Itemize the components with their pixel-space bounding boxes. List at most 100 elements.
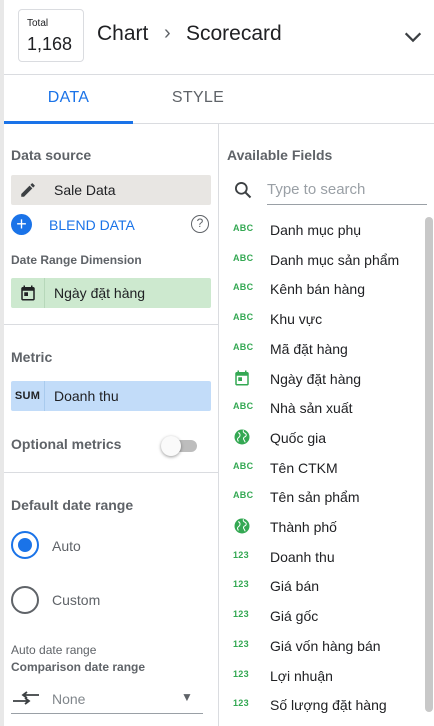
blend-data-button[interactable]: + BLEND DATA ?	[11, 213, 211, 237]
field-item[interactable]: ABC Tên CTKM	[219, 453, 424, 483]
text-field-icon: ABC	[233, 460, 254, 471]
field-item[interactable]: ABC Danh mục phụ	[219, 215, 424, 245]
default-date-range-title: Default date range	[11, 497, 134, 513]
comparison-date-range-value: None	[52, 691, 86, 707]
total-value: 1,168	[27, 34, 73, 54]
field-name: Giá gốc	[270, 608, 319, 625]
total-label: Total	[27, 18, 49, 29]
field-item[interactable]: 123 Giá vốn hàng bán	[219, 631, 424, 661]
field-name: Giá bán	[270, 578, 320, 595]
data-source-title: Data source	[11, 147, 92, 163]
field-list: ABC Danh mục phụ ABC Danh mục sản phẩm ABC Kê…	[219, 215, 424, 726]
compare-arrows-icon	[13, 691, 39, 705]
field-name: Ngày đặt hàng	[270, 370, 362, 387]
available-fields-panel: Available Fields ABC Danh mục phụ ABC Danh …	[219, 124, 434, 726]
metric-title: Metric	[11, 349, 53, 365]
globe-icon	[233, 517, 255, 534]
breadcrumb-current: Scorecard	[186, 22, 282, 45]
field-name: Tên sản phẩm	[270, 489, 360, 506]
data-config-panel: Data source Sale Data + BLEND DATA ? Dat…	[4, 124, 218, 726]
help-icon[interactable]: ?	[191, 215, 209, 233]
chevron-down-icon[interactable]	[402, 26, 424, 48]
field-item[interactable]: ABC Nhà sản xuất	[219, 393, 424, 423]
field-name: Giá vốn hàng bán	[270, 637, 381, 654]
optional-metrics-toggle[interactable]	[161, 434, 199, 456]
breadcrumb-separator-icon: ›	[164, 22, 171, 44]
field-item[interactable]: ABC Danh mục sản phẩm	[219, 245, 424, 275]
field-item[interactable]: 123 Doanh thu	[219, 542, 424, 572]
date-range-dimension-title: Date Range Dimension	[11, 253, 142, 267]
field-name: Mã đặt hàng	[270, 340, 348, 357]
tab-data[interactable]: DATA	[4, 75, 133, 124]
radio-auto[interactable]	[11, 531, 39, 559]
divider	[4, 472, 218, 473]
field-name: Lợi nhuận	[270, 667, 333, 684]
field-name: Tên CTKM	[270, 459, 338, 476]
auto-date-range-note: Auto date range	[11, 643, 97, 657]
number-field-icon: 123	[233, 638, 249, 649]
available-fields-title: Available Fields	[227, 147, 333, 163]
calendar-icon	[11, 278, 45, 308]
toggle-knob	[161, 436, 181, 456]
field-item[interactable]: 123 Giá gốc	[219, 601, 424, 631]
comparison-date-range-select[interactable]: None ▼	[11, 684, 203, 714]
text-field-icon: ABC	[233, 312, 254, 323]
number-field-icon: 123	[233, 698, 249, 709]
dropdown-caret-icon: ▼	[181, 690, 193, 704]
field-name: Doanh thu	[270, 548, 335, 565]
text-field-icon: ABC	[233, 341, 254, 352]
number-field-icon: 123	[233, 609, 249, 620]
field-item[interactable]: ABC Mã đặt hàng	[219, 334, 424, 364]
radio-custom[interactable]	[11, 586, 39, 614]
field-name: Danh mục phụ	[270, 222, 362, 238]
number-field-icon: 123	[233, 579, 249, 590]
field-name: Danh mục sản phẩm	[270, 251, 400, 268]
field-item[interactable]: 123 Giá bán	[219, 571, 424, 601]
metric-chip[interactable]: SUM Doanh thu	[11, 381, 211, 411]
number-field-icon: 123	[233, 668, 249, 679]
field-item[interactable]: ABC Tên sản phẩm	[219, 482, 424, 512]
search-icon	[235, 182, 252, 199]
add-circle-icon: +	[11, 214, 32, 235]
comparison-date-range-title: Comparison date range	[11, 660, 146, 674]
text-field-icon: ABC	[233, 223, 254, 233]
text-field-icon: ABC	[233, 401, 254, 412]
panel-header: Total 1,168 Chart › Scorecard	[4, 0, 434, 75]
field-search-input[interactable]	[267, 175, 427, 205]
scorecard-preview: Total 1,168	[18, 9, 84, 62]
divider	[4, 324, 218, 325]
date-dimension-chip[interactable]: Ngày đặt hàng	[11, 278, 211, 308]
optional-metrics-label: Optional metrics	[11, 436, 122, 452]
text-field-icon: ABC	[233, 252, 254, 263]
text-field-icon: ABC	[233, 282, 254, 293]
field-name: Số lượng đặt hàng	[270, 697, 387, 714]
breadcrumb-chart: Chart	[97, 22, 149, 45]
tab-style[interactable]: STYLE	[133, 75, 263, 123]
radio-auto-label: Auto	[52, 538, 81, 554]
field-item[interactable]: 123 Lợi nhuận	[219, 661, 424, 691]
field-name: Quốc gia	[270, 429, 327, 446]
field-item[interactable]: Quốc gia	[219, 423, 424, 453]
field-name: Nhà sản xuất	[270, 400, 353, 417]
field-item[interactable]: Thành phố	[219, 512, 424, 542]
radio-custom-label: Custom	[52, 592, 101, 608]
field-item[interactable]: 123 Số lượng đặt hàng	[219, 690, 424, 720]
date-dimension-value: Ngày đặt hàng	[54, 285, 146, 301]
field-item[interactable]: Ngày đặt hàng	[219, 364, 424, 394]
number-field-icon: 123	[233, 549, 249, 560]
text-field-icon: ABC	[233, 490, 254, 501]
field-item[interactable]: ABC Kênh bán hàng	[219, 274, 424, 304]
globe-icon	[233, 428, 255, 445]
pencil-icon[interactable]	[11, 175, 45, 205]
field-name: Thành phố	[270, 519, 337, 535]
field-name: Kênh bán hàng	[270, 281, 365, 298]
metric-value: Doanh thu	[54, 388, 119, 404]
field-list-scrollbar[interactable]	[425, 217, 433, 712]
field-item[interactable]: ABC Khu vực	[219, 304, 424, 334]
panel-tabs: DATA STYLE	[4, 75, 434, 124]
data-source-name: Sale Data	[54, 182, 116, 198]
data-source-chip[interactable]: Sale Data	[11, 175, 211, 205]
blend-data-label: BLEND DATA	[49, 217, 135, 233]
sum-aggregation-tag[interactable]: SUM	[11, 381, 45, 411]
field-name: Khu vực	[270, 311, 323, 328]
